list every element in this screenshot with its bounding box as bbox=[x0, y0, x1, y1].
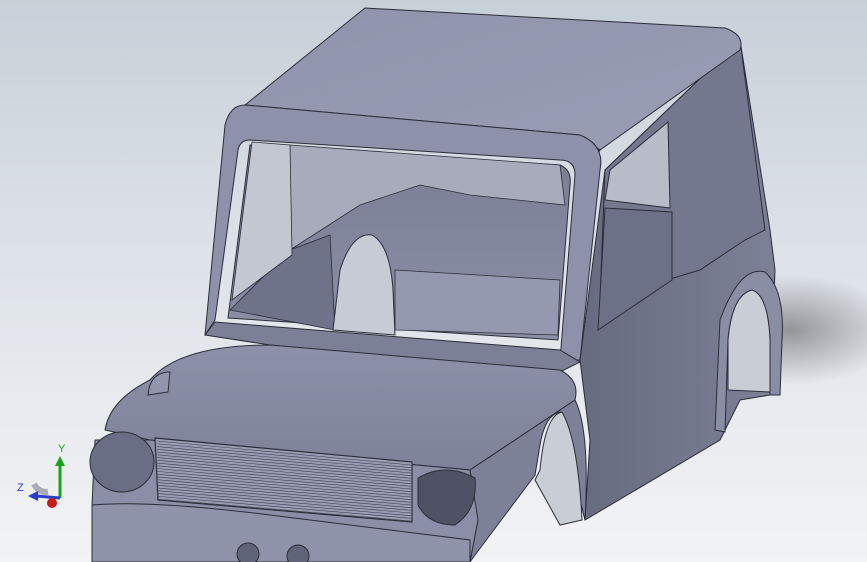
seat-tunnel bbox=[394, 269, 561, 336]
triad-z-label: Z bbox=[17, 482, 24, 494]
x-axis-dot bbox=[47, 498, 57, 508]
view-orientation-triad[interactable]: Y Z bbox=[14, 440, 74, 515]
jeep-body-model[interactable] bbox=[0, 0, 867, 562]
fog-lamp-right bbox=[286, 544, 310, 562]
left-headlight[interactable] bbox=[89, 431, 155, 493]
fog-lamp-left bbox=[236, 542, 260, 562]
left-mirror bbox=[147, 371, 171, 396]
graphics-viewport[interactable]: Y Z bbox=[0, 0, 867, 562]
triad-y-label: Y bbox=[58, 443, 66, 455]
z-axis-arrow bbox=[35, 494, 61, 500]
